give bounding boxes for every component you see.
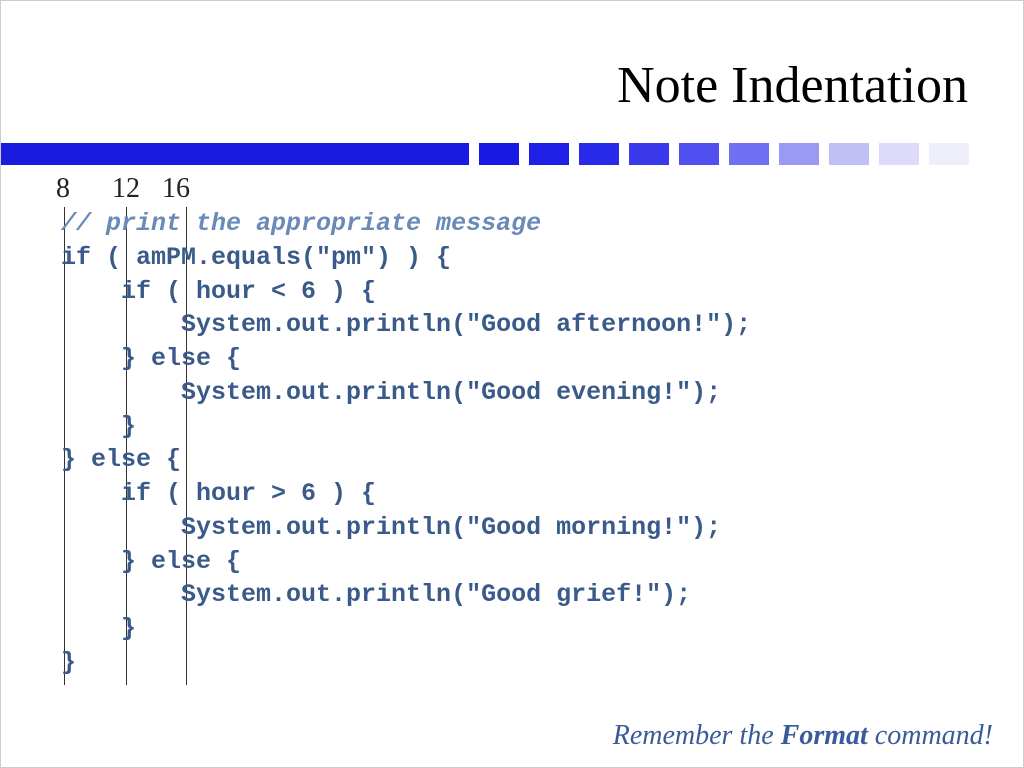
code-line: } else { bbox=[61, 344, 241, 373]
slide-title: Note Indentation bbox=[1, 1, 1023, 115]
code-line: } bbox=[61, 614, 136, 643]
ruler-col-12: 12 bbox=[112, 173, 140, 205]
bar-segment bbox=[879, 143, 919, 165]
code-line: if ( amPM.equals("pm") ) { bbox=[61, 243, 451, 272]
code-line: } else { bbox=[61, 547, 241, 576]
code-line: System.out.println("Good afternoon!"); bbox=[61, 310, 751, 339]
bar-segment bbox=[829, 143, 869, 165]
code-line: if ( hour < 6 ) { bbox=[61, 277, 376, 306]
bar-segment bbox=[779, 143, 819, 165]
code-line: } else { bbox=[61, 445, 181, 474]
decorative-bar bbox=[1, 143, 1023, 165]
code-line: } bbox=[61, 412, 136, 441]
code-block: // print the appropriate message if ( am… bbox=[61, 207, 751, 680]
code-line: } bbox=[61, 648, 76, 677]
code-line: if ( hour > 6 ) { bbox=[61, 479, 376, 508]
bar-segment bbox=[929, 143, 969, 165]
bar-segment bbox=[529, 143, 569, 165]
bar-segment bbox=[579, 143, 619, 165]
code-comment: // print the appropriate message bbox=[61, 209, 541, 238]
footer-bold: Format bbox=[781, 720, 868, 751]
footer-pre: Remember the bbox=[613, 720, 781, 751]
bar-segment-solid bbox=[1, 143, 469, 165]
ruler-col-8: 8 bbox=[56, 173, 70, 205]
code-line: System.out.println("Good evening!"); bbox=[61, 378, 721, 407]
bar-segment bbox=[679, 143, 719, 165]
bar-segment bbox=[479, 143, 519, 165]
code-line: System.out.println("Good grief!"); bbox=[61, 580, 691, 609]
footer-note: Remember the Format command! bbox=[613, 720, 993, 752]
code-area: 8 12 16 // print the appropriate message… bbox=[41, 175, 1023, 705]
ruler-col-16: 16 bbox=[162, 173, 190, 205]
code-line: System.out.println("Good morning!"); bbox=[61, 513, 721, 542]
bar-segment bbox=[629, 143, 669, 165]
bar-segment bbox=[729, 143, 769, 165]
footer-post: command! bbox=[868, 720, 993, 751]
